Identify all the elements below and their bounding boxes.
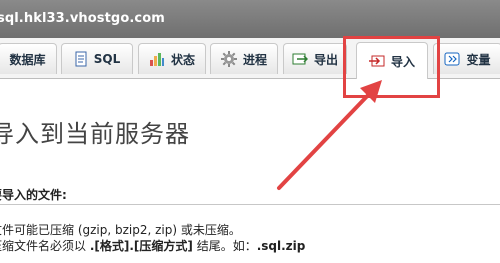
filename-note-example: .sql.zip bbox=[256, 239, 306, 253]
filename-note-format: .[格式].[压缩方式] bbox=[89, 239, 193, 253]
filename-note-part-c: 结尾。如： bbox=[192, 239, 257, 253]
filename-note-part-a: 压缩文件名必须以 bbox=[0, 239, 87, 253]
page-title: 导入到当前服务器 bbox=[0, 120, 190, 148]
section-divider bbox=[0, 204, 500, 205]
compression-note: 文件可能已压缩 (gzip, bzip2, zip) 或未压缩。 bbox=[0, 223, 241, 237]
section-title: 要导入的文件: bbox=[0, 188, 67, 202]
filename-note: 压缩文件名必须以 .[格式].[压缩方式] 结尾。如：.sql.zip bbox=[0, 237, 305, 254]
